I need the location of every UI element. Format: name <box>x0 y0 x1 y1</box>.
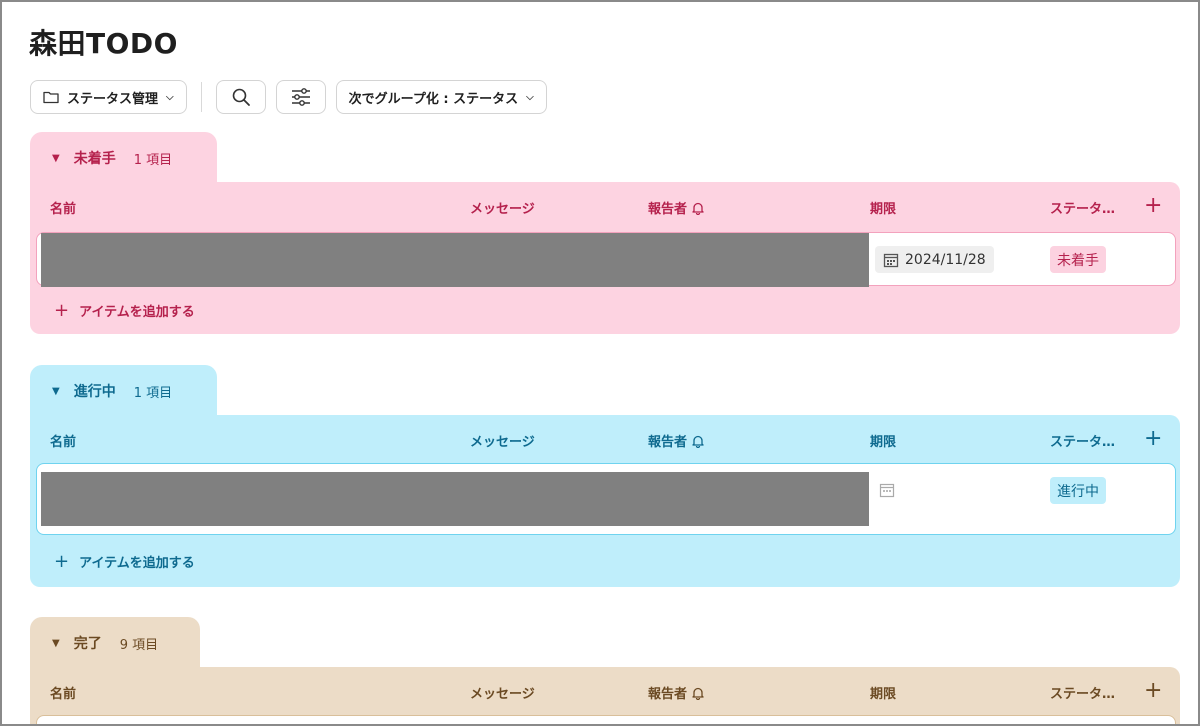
collapse-triangle-icon[interactable]: ▼ <box>52 386 60 397</box>
column-reporter-label: 報告者 <box>648 202 688 217</box>
chevron-down-icon: ⌵ <box>166 91 174 103</box>
column-message[interactable]: メッセージ <box>470 431 535 450</box>
column-status[interactable]: ステータ… <box>1050 683 1115 702</box>
add-column-button[interactable]: + <box>1144 426 1162 451</box>
bell-icon <box>692 687 704 700</box>
column-reporter[interactable]: 報告者 <box>648 683 705 702</box>
plus-icon: + <box>54 300 70 321</box>
column-message[interactable]: メッセージ <box>470 683 535 702</box>
column-deadline[interactable]: 期限 <box>870 683 896 702</box>
group-label: 未着手 <box>73 151 116 167</box>
toolbar: ステータス管理 ⌵ 次でグループ化 : ステータス ⌵ <box>30 80 547 114</box>
add-item-button[interactable]: + アイテムを追加する <box>54 551 195 572</box>
column-header-row: 名前 メッセージ 報告者 期限 ステータ… + <box>30 193 1180 218</box>
calendar-icon <box>879 483 895 498</box>
page-title: 森田TODO <box>29 27 178 60</box>
chevron-down-icon: ⌵ <box>526 91 534 103</box>
group-label: 完了 <box>73 636 102 652</box>
add-item-button[interactable]: + アイテムを追加する <box>54 300 195 321</box>
group-body: 名前 メッセージ 報告者 期限 ステータ… + <box>30 667 1180 724</box>
folder-icon <box>43 91 59 104</box>
column-reporter-label: 報告者 <box>648 435 688 450</box>
group-header-in-progress[interactable]: ▼ 進行中 1 項目 <box>30 365 217 417</box>
bell-icon <box>692 202 704 215</box>
column-deadline[interactable]: 期限 <box>870 431 896 450</box>
group-body: 名前 メッセージ 報告者 期限 ステータ… + 進行中 + アイテムを追加する <box>30 415 1180 587</box>
column-header-row: 名前 メッセージ 報告者 期限 ステータ… + <box>30 678 1180 703</box>
search-icon <box>232 88 250 106</box>
view-selector-label: ステータス管理 <box>67 91 159 107</box>
filter-button[interactable] <box>275 80 326 114</box>
column-status[interactable]: ステータ… <box>1050 431 1115 450</box>
group-done: ▼ 完了 9 項目 名前 メッセージ 報告者 期限 ステータ… + <box>30 617 1180 724</box>
table-row[interactable] <box>36 715 1176 724</box>
toolbar-divider <box>200 82 202 112</box>
column-reporter-label: 報告者 <box>648 687 688 702</box>
collapse-triangle-icon[interactable]: ▼ <box>52 153 60 164</box>
plus-icon: + <box>54 551 70 572</box>
app-window: 森田TODO ステータス管理 ⌵ 次でグループ化 : ステータス ⌵ ▼ 未着手… <box>0 0 1200 726</box>
status-badge[interactable]: 未着手 <box>1050 246 1106 273</box>
search-button[interactable] <box>215 80 266 114</box>
column-header-row: 名前 メッセージ 報告者 期限 ステータ… + <box>30 426 1180 451</box>
column-deadline[interactable]: 期限 <box>870 198 896 217</box>
column-status[interactable]: ステータ… <box>1050 198 1115 217</box>
deadline-chip[interactable]: 2024/11/28 <box>875 246 994 273</box>
status-badge[interactable]: 進行中 <box>1050 477 1106 504</box>
deadline-empty[interactable] <box>879 482 895 502</box>
column-name[interactable]: 名前 <box>50 198 76 217</box>
group-count: 9 項目 <box>119 637 159 653</box>
group-header-not-started[interactable]: ▼ 未着手 1 項目 <box>30 132 217 184</box>
calendar-icon <box>883 253 899 267</box>
collapse-triangle-icon[interactable]: ▼ <box>52 638 60 649</box>
group-count: 1 項目 <box>133 152 173 168</box>
group-count: 1 項目 <box>133 385 173 401</box>
group-body: 名前 メッセージ 報告者 期限 ステータ… + 2024/11/28 未着手 +… <box>30 182 1180 334</box>
column-name[interactable]: 名前 <box>50 431 76 450</box>
add-item-label: アイテムを追加する <box>79 305 195 320</box>
view-selector-button[interactable]: ステータス管理 ⌵ <box>30 80 187 114</box>
group-by-label: 次でグループ化 : ステータス <box>348 91 519 107</box>
column-message[interactable]: メッセージ <box>470 198 535 217</box>
table-row[interactable]: 進行中 <box>36 463 1176 535</box>
column-name[interactable]: 名前 <box>50 683 76 702</box>
deadline-value: 2024/11/28 <box>905 251 986 268</box>
column-reporter[interactable]: 報告者 <box>648 431 705 450</box>
add-column-button[interactable]: + <box>1144 678 1162 703</box>
add-item-label: アイテムを追加する <box>79 556 195 571</box>
group-label: 進行中 <box>73 384 116 400</box>
group-by-button[interactable]: 次でグループ化 : ステータス ⌵ <box>335 80 547 114</box>
bell-icon <box>692 435 704 448</box>
add-column-button[interactable]: + <box>1144 193 1162 218</box>
group-not-started: ▼ 未着手 1 項目 名前 メッセージ 報告者 期限 ステータ… + 2024/… <box>30 132 1180 335</box>
group-in-progress: ▼ 進行中 1 項目 名前 メッセージ 報告者 期限 ステータ… + 進行中 + <box>30 365 1180 587</box>
table-row[interactable]: 2024/11/28 未着手 <box>36 232 1176 287</box>
column-reporter[interactable]: 報告者 <box>648 198 705 217</box>
redacted-content <box>41 233 869 287</box>
group-header-done[interactable]: ▼ 完了 9 項目 <box>30 617 200 669</box>
redacted-content <box>41 472 869 526</box>
filter-sliders-icon <box>291 88 310 106</box>
